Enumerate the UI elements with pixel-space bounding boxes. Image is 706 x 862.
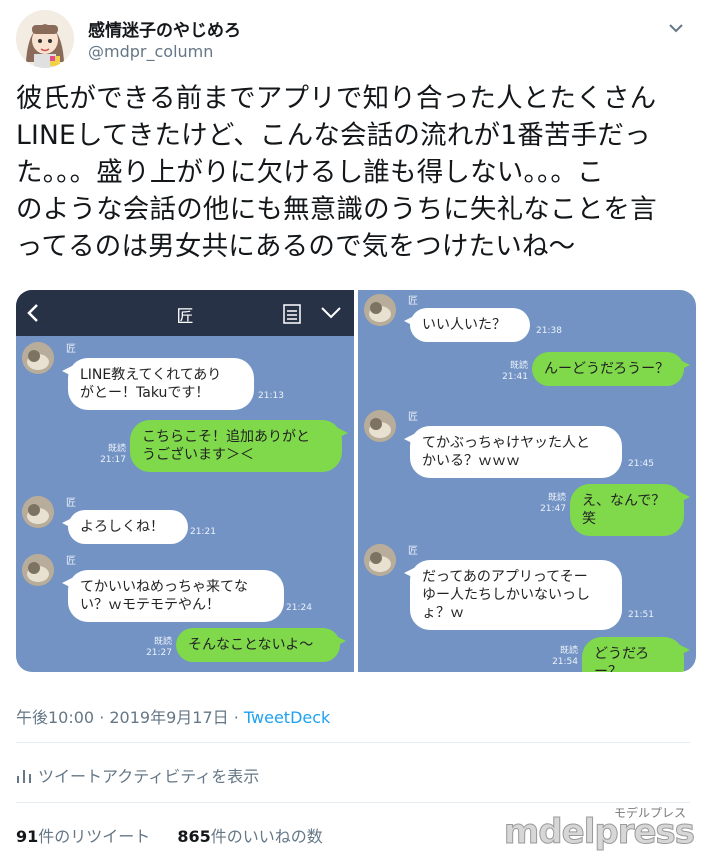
message-bubble: そんなことないよ〜 [176,628,346,662]
retweet-stat[interactable]: 91件のリツイート [16,827,150,846]
sender-avatar [22,496,54,528]
avatar-illustration [16,10,74,68]
like-stat[interactable]: 865件のいいねの数 [177,827,322,846]
chevron-down-icon [321,307,341,319]
user-handle[interactable]: @mdpr_column [88,42,213,61]
sender-name: 匠 [66,344,76,355]
message-bubble: え、なんで？笑 [570,484,690,536]
message-bubble: いい人いた？ [404,308,530,342]
tweet-stats: 91件のリツイート 865件のいいねの数 [16,823,323,847]
avatar[interactable] [16,10,74,68]
like-label: 件のいいねの数 [210,827,323,846]
sender-name: 匠 [408,296,418,307]
tweet-timestamp: 午後10:00 · 2019年9月17日 · TweetDeck [16,704,330,728]
retweet-label: 件のリツイート [38,827,151,846]
display-name[interactable]: 感情迷子のやじめろ [88,16,241,41]
message-bubble: だってあのアプリってそー ゆー人たちしかいないっし ょ？ｗ [404,560,622,630]
message-bubble: LINE教えてくれてあり がとー！Takuです！ [62,358,254,410]
sender-avatar [364,410,396,442]
chat-header: 匠 [16,290,354,336]
message-bubble: てかいいねめっちゃ来てな い？ｗモテモテやん！ [62,570,284,622]
read-status: 既読 [107,444,126,454]
message-bubble: てかぶっちゃけヤッた人と かいる？ｗｗｗ [404,426,622,478]
sender-name: 匠 [408,412,418,423]
tweet-activity-link[interactable]: ツイートアクティビティを表示 [16,763,259,787]
note-icon [283,304,301,324]
message-time: 21:13 [258,391,284,401]
sender-avatar [364,544,396,576]
message-time: 21:45 [628,459,654,469]
bar-chart-icon [17,770,31,783]
chat-screenshot-right: 匠 いい人いた？ 21:38 既読 21:41 んーどうだろうー？ 匠 てかぶっ… [358,290,696,672]
tweet-media[interactable]: 匠 匠 LINE教えてくれてあり がとー！Takuです！ 21:13 既読 21… [16,290,696,672]
like-count: 865 [177,827,211,846]
retweet-count: 91 [16,827,39,846]
message-bubble: こちらこそ！追加ありがと うございます＞＜ [130,420,348,472]
read-status: 既読 [153,637,172,647]
activity-label: ツイートアクティビティを表示 [38,767,260,786]
message-time: 21:41 [502,372,528,382]
sender-name: 匠 [408,546,418,557]
sender-avatar [22,342,54,374]
divider [16,742,690,743]
message-time: 21:27 [146,648,172,658]
sender-name: 匠 [66,556,76,567]
message-time: 21:21 [190,527,216,537]
message-time: 21:38 [536,326,562,336]
tweet-header: 感情迷子のやじめろ @mdpr_column [16,10,690,70]
watermark-logo: mdelpress [503,812,695,853]
read-status: 既読 [509,361,528,371]
sender-avatar [22,554,54,586]
message-bubble: んーどうだろうー？ [532,352,690,386]
tweet-text: 彼氏ができる前までアプリで知り合った人とたくさん LINEしてきたけど、こんな会… [16,83,657,262]
read-status: 既読 [547,493,566,503]
sender-name: 匠 [66,498,76,509]
message-time: 21:17 [100,455,126,465]
sender-avatar [364,294,396,326]
chat-screenshot-left: 匠 匠 LINE教えてくれてあり がとー！Takuです！ 21:13 既読 21… [16,290,354,672]
message-time: 21:54 [552,657,578,667]
read-status: 既読 [559,646,578,656]
message-bubble: よろしくね！ [62,510,188,544]
message-time: 21:24 [286,603,312,613]
chat-title: 匠 [176,307,194,327]
message-bubble: どうだろー？ [582,637,690,672]
client-link[interactable]: TweetDeck [244,708,330,727]
timestamp-text[interactable]: 午後10:00 · 2019年9月17日 · [16,708,244,727]
message-time: 21:51 [628,610,654,620]
message-time: 21:47 [540,504,566,514]
divider [16,802,690,803]
chevron-down-icon[interactable] [666,18,686,38]
